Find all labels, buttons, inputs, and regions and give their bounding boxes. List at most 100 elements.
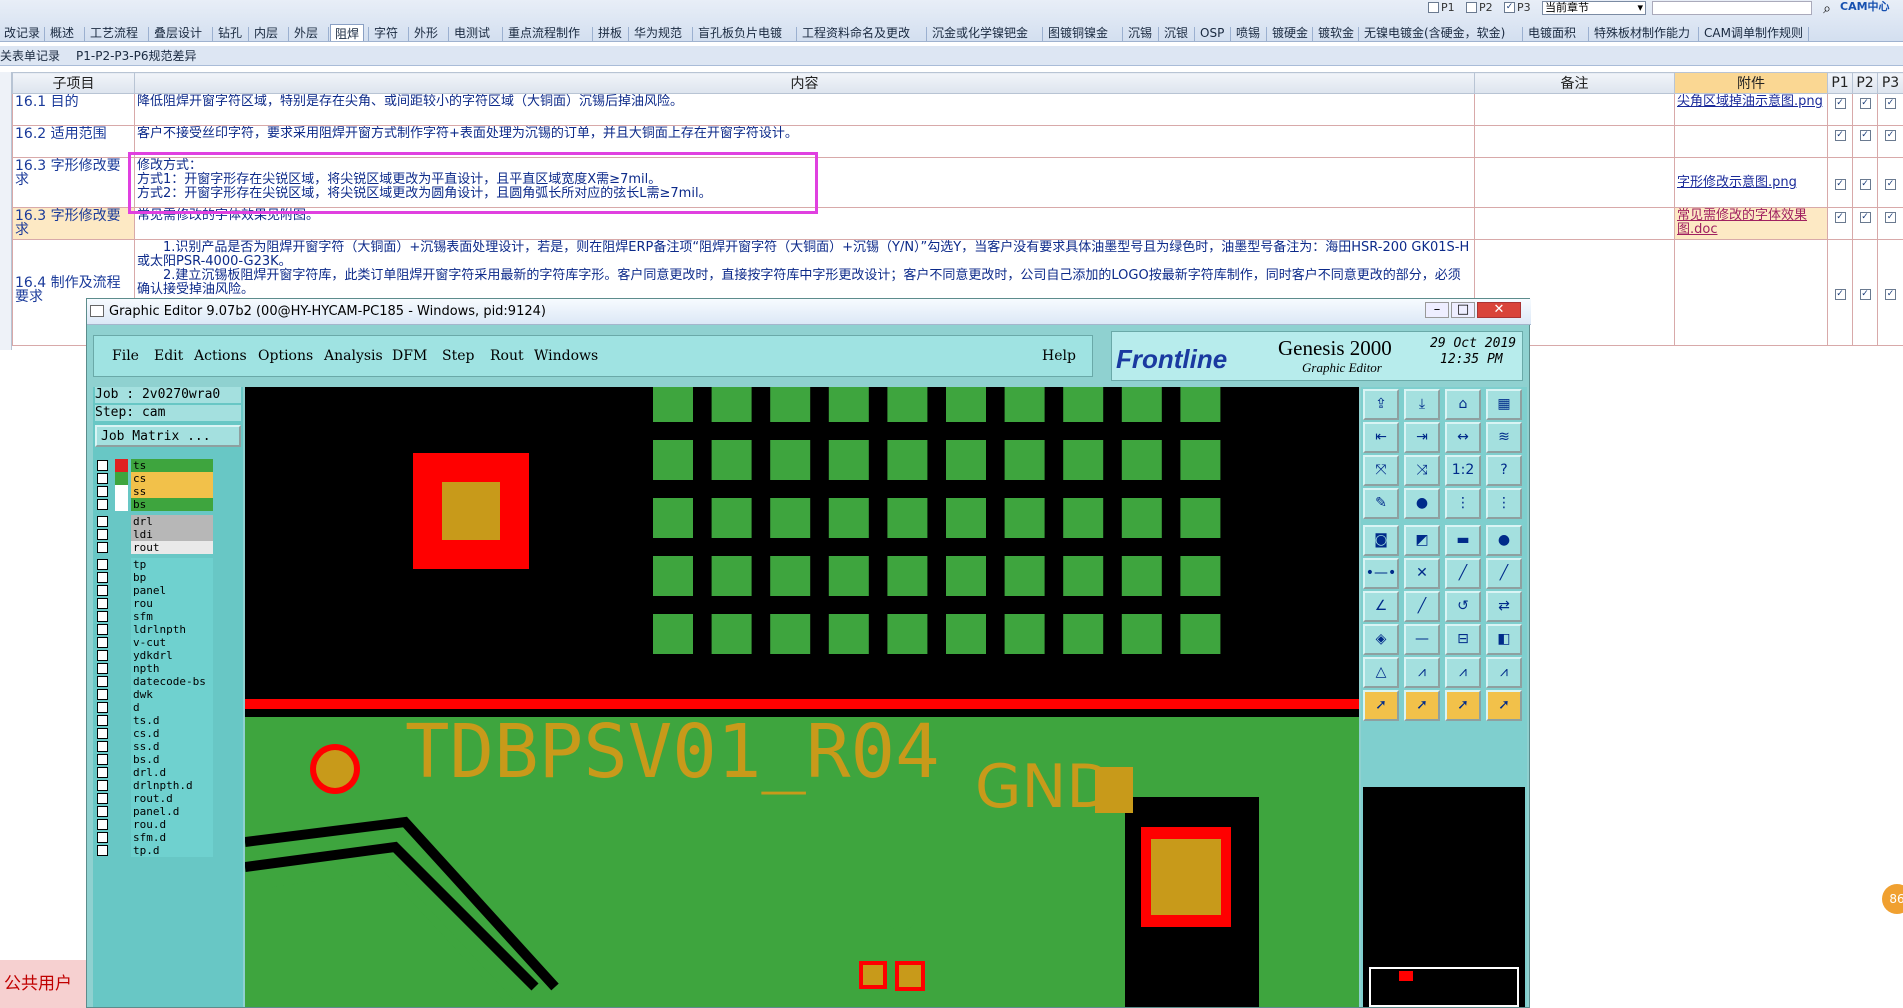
tab-12[interactable]: 拼板	[594, 24, 626, 41]
tab-8[interactable]: 字符	[370, 24, 402, 41]
tool-button-icon[interactable]: ⩘	[1486, 657, 1522, 688]
layer-row[interactable]: datecode-bs	[97, 675, 213, 688]
col-header-sub[interactable]: 子项目	[12, 72, 135, 94]
tool-button-icon[interactable]: ✎	[1363, 488, 1399, 519]
mini-map[interactable]	[1363, 787, 1525, 1007]
layer-checkbox[interactable]	[97, 572, 108, 583]
tool-button-icon[interactable]: ✕	[1404, 558, 1440, 589]
tab-23[interactable]: 镀软金	[1314, 24, 1358, 41]
tab-15[interactable]: 工程资料命名及更改	[798, 24, 914, 41]
tab-24[interactable]: 无镍电镀金(含硬金，软金)	[1360, 24, 1509, 41]
layer-checkbox[interactable]	[97, 741, 108, 752]
layer-row[interactable]: bs.d	[97, 753, 213, 766]
table-row[interactable]: 16.1 目的 降低阻焊开窗字符区域，特别是存在尖角、或间距较小的字符区域（大铜…	[12, 93, 1903, 126]
tool-button-icon[interactable]: ◙	[1363, 525, 1399, 556]
tool-button-icon[interactable]: ●	[1404, 488, 1440, 519]
layer-row[interactable]: drl	[97, 515, 213, 528]
p3-checkbox[interactable]: ✓	[1877, 239, 1903, 346]
layer-row[interactable]: panel	[97, 584, 213, 597]
maximize-icon[interactable]: □	[1451, 302, 1475, 318]
tool-button-icon[interactable]: •—•	[1363, 558, 1399, 589]
tab-13[interactable]: 华为规范	[630, 24, 686, 41]
layer-row[interactable]: rou.d	[97, 818, 213, 831]
layer-checkbox[interactable]	[97, 486, 108, 497]
layer-row[interactable]: rout.d	[97, 792, 213, 805]
p2-checkbox[interactable]: ✓	[1852, 93, 1878, 126]
layer-row[interactable]: cs	[97, 472, 213, 485]
layer-row[interactable]: v-cut	[97, 636, 213, 649]
menu-file[interactable]: File	[112, 348, 139, 364]
layer-row[interactable]: d	[97, 701, 213, 714]
menu-actions[interactable]: Actions	[194, 348, 247, 364]
tab-26[interactable]: 特殊板材制作能力	[1590, 24, 1694, 41]
layer-checkbox[interactable]	[97, 715, 108, 726]
window-titlebar[interactable]: Graphic Editor 9.07b2 (00@HY-HYCAM-PC185…	[87, 299, 1531, 325]
p1-checkbox[interactable]: ✓	[1827, 239, 1853, 346]
p3-checkbox[interactable]: ✓	[1877, 125, 1903, 158]
tab-16[interactable]: 沉金或化学镍钯金	[928, 24, 1032, 41]
search-icon[interactable]: ⌕	[1816, 0, 1838, 18]
tool-button-icon[interactable]: —	[1404, 624, 1440, 655]
tool-button-icon[interactable]: ⤨	[1404, 455, 1440, 486]
tab-22[interactable]: 镀硬金	[1268, 24, 1312, 41]
p3-checkbox[interactable]: ✓	[1877, 157, 1903, 208]
layer-row[interactable]: npth	[97, 662, 213, 675]
layer-checkbox[interactable]	[97, 689, 108, 700]
tool-button-icon[interactable]: ●	[1486, 525, 1522, 556]
tool-button-icon[interactable]: ↺	[1445, 591, 1481, 622]
layer-row[interactable]: ldrlnpth	[97, 623, 213, 636]
menu-step[interactable]: Step	[442, 348, 474, 364]
layer-checkbox[interactable]	[97, 754, 108, 765]
layer-row[interactable]: rou	[97, 597, 213, 610]
tool-button-icon[interactable]: ⊟	[1445, 624, 1481, 655]
layer-checkbox[interactable]	[97, 663, 108, 674]
pcb-canvas[interactable]: TDBPSV01_R04 GND	[245, 387, 1359, 1007]
tab-25[interactable]: 电镀面积	[1524, 24, 1580, 41]
layer-row[interactable]: ydkdrl	[97, 649, 213, 662]
tool-button-icon[interactable]: 1:2	[1445, 455, 1481, 486]
layer-checkbox[interactable]	[97, 499, 108, 510]
tab-5[interactable]: 内层	[250, 24, 282, 41]
layer-checkbox[interactable]	[97, 611, 108, 622]
layer-checkbox[interactable]	[97, 559, 108, 570]
notification-badge[interactable]: 86	[1882, 884, 1903, 914]
tool-button-icon[interactable]: ⩘	[1404, 657, 1440, 688]
layer-checkbox[interactable]	[97, 676, 108, 687]
layer-row[interactable]: ss	[97, 485, 213, 498]
tool-button-icon[interactable]: ⇪	[1363, 389, 1399, 420]
tool-button-icon[interactable]: ◩	[1404, 525, 1440, 556]
tab-14[interactable]: 盲孔板负片电镀	[694, 24, 786, 41]
tab-9[interactable]: 外形	[410, 24, 442, 41]
col-header-content[interactable]: 内容	[134, 72, 1475, 94]
tab-19[interactable]: 沉银	[1160, 24, 1192, 41]
tab-6[interactable]: 外层	[290, 24, 322, 41]
tab-2[interactable]: 工艺流程	[86, 24, 142, 41]
tool-button-icon[interactable]: ➚	[1486, 690, 1522, 721]
tab-20[interactable]: OSP	[1196, 24, 1228, 41]
tool-button-icon[interactable]: ⌂	[1445, 389, 1481, 420]
layer-checkbox[interactable]	[97, 806, 108, 817]
p1-check[interactable]: P1	[1428, 1, 1455, 14]
layer-row[interactable]: tp.d	[97, 844, 213, 857]
tool-button-icon[interactable]: ⤧	[1363, 455, 1399, 486]
layer-row[interactable]: dwk	[97, 688, 213, 701]
menu-help[interactable]: Help	[1042, 348, 1076, 364]
tool-button-icon[interactable]: ▬	[1445, 525, 1481, 556]
tab-21[interactable]: 喷锡	[1232, 24, 1264, 41]
layer-checkbox[interactable]	[97, 650, 108, 661]
layer-checkbox[interactable]	[97, 598, 108, 609]
attachment-link[interactable]: 常见需修改的字体效果图.doc	[1674, 207, 1828, 240]
tool-button-icon[interactable]: ⩘	[1445, 657, 1481, 688]
tab-3[interactable]: 叠层设计	[150, 24, 206, 41]
col-header-remark[interactable]: 备注	[1474, 72, 1675, 94]
col-header-p1[interactable]: P1	[1827, 72, 1853, 94]
menu-rout[interactable]: Rout	[490, 348, 524, 364]
layer-row[interactable]: drlnpth.d	[97, 779, 213, 792]
tool-button-icon[interactable]: ➚	[1445, 690, 1481, 721]
tab-1[interactable]: 概述	[46, 24, 78, 41]
menu-dfm[interactable]: DFM	[392, 348, 427, 364]
tool-button-icon[interactable]: ╱	[1486, 558, 1522, 589]
layer-row[interactable]: panel.d	[97, 805, 213, 818]
layer-row[interactable]: tp	[97, 558, 213, 571]
tab-11[interactable]: 重点流程制作	[504, 24, 584, 41]
